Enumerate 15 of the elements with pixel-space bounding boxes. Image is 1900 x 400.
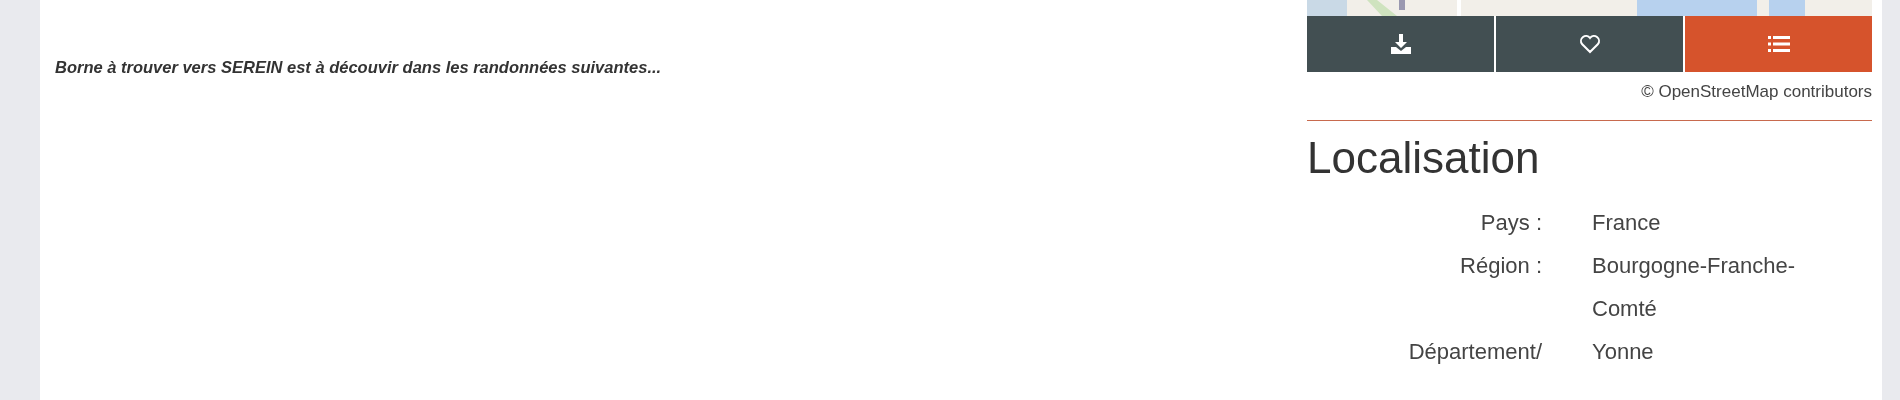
map-attribution: © OpenStreetMap contributors <box>1640 82 1872 102</box>
field-value: France <box>1592 209 1662 237</box>
intro-text: Borne à trouver vers SEREIN est à découvir dans les randonnées suivantes... <box>55 58 663 77</box>
section-heading: Localisation <box>1307 133 1541 183</box>
list-icon <box>1767 35 1790 53</box>
field-label: Région : <box>1459 252 1542 280</box>
field-value: Bourgogne-Franche-Comté <box>1592 252 1796 323</box>
download-icon <box>1389 33 1412 55</box>
field-label: Département/ <box>1407 338 1542 366</box>
download-button[interactable] <box>1307 16 1494 72</box>
field-value: Yonne <box>1592 338 1655 366</box>
list-button[interactable] <box>1685 16 1872 72</box>
field-label: Pays : <box>1479 209 1542 237</box>
favorite-button[interactable] <box>1496 16 1683 72</box>
heart-icon <box>1578 34 1601 54</box>
